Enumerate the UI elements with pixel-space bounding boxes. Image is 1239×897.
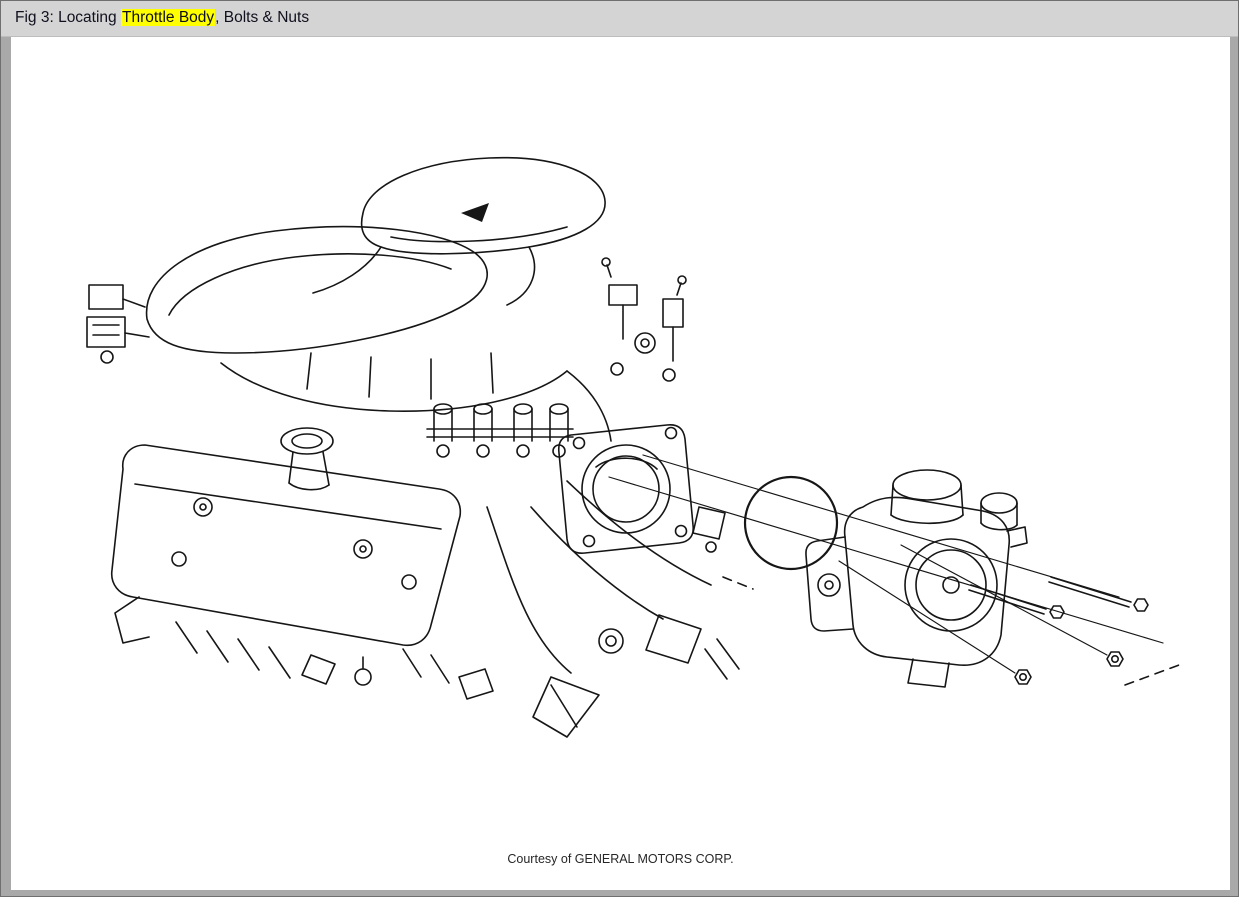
valve-cover <box>112 428 461 645</box>
figure-title-highlight: Throttle Body <box>121 9 215 26</box>
nuts <box>1015 652 1123 684</box>
right-hardware <box>602 258 686 381</box>
figure-caption: Courtesy of GENERAL MOTORS CORP. <box>11 852 1230 866</box>
intake-plenum <box>147 158 611 441</box>
figure-canvas: Courtesy of GENERAL MOTORS CORP. <box>11 37 1230 890</box>
figure-page: Fig 3: Locating Throttle Body, Bolts & N… <box>0 0 1239 897</box>
figure-title-suffix: , Bolts & Nuts <box>215 9 309 26</box>
lower-flange-hatching <box>115 597 493 699</box>
fuel-rail-injectors <box>427 404 573 457</box>
throttle-body <box>806 470 1027 687</box>
figure-frame: Courtesy of GENERAL MOTORS CORP. <box>1 37 1238 897</box>
figure-title-bar: Fig 3: Locating Throttle Body, Bolts & N… <box>1 1 1238 37</box>
throttle-body-flange <box>559 425 725 553</box>
figure-title-prefix: Fig 3: Locating <box>15 9 121 26</box>
gasket-oring <box>745 477 837 569</box>
left-connector-stack <box>87 285 149 363</box>
engine-diagram <box>11 37 1230 890</box>
